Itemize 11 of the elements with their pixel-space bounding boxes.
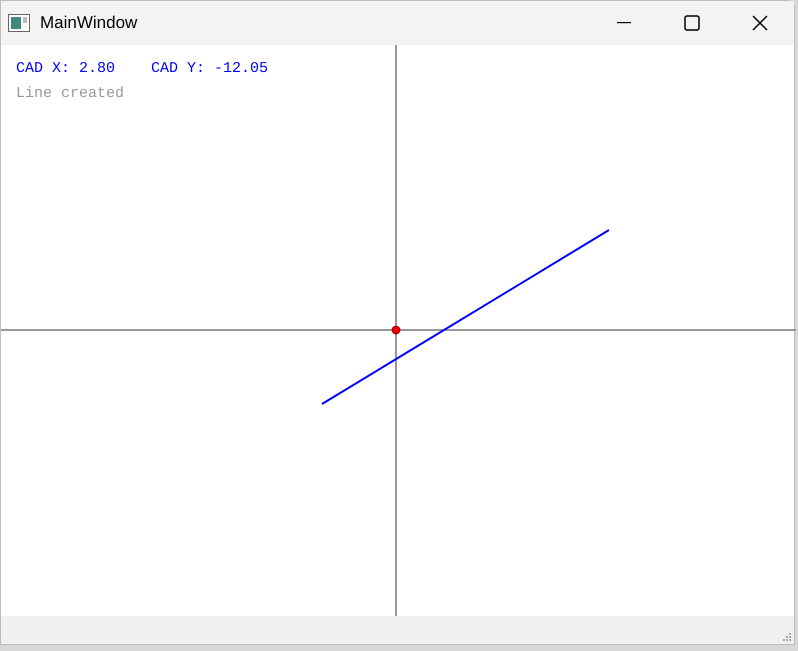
origin-point (392, 326, 400, 334)
maximize-icon (684, 15, 700, 31)
drawing-canvas[interactable]: CAD X: 2.80 CAD Y: -12.05 Line created (1, 45, 794, 616)
coordinate-readout: CAD Y: -12.05 (151, 60, 268, 77)
minimize-icon (617, 22, 631, 24)
resize-grip-icon[interactable] (782, 632, 792, 642)
window-title: MainWindow (40, 13, 138, 33)
status-message: Line created (16, 85, 126, 102)
close-icon (752, 15, 768, 31)
coordinate-readout: CAD X: 2.80 (16, 60, 116, 77)
window-icon (8, 14, 30, 32)
